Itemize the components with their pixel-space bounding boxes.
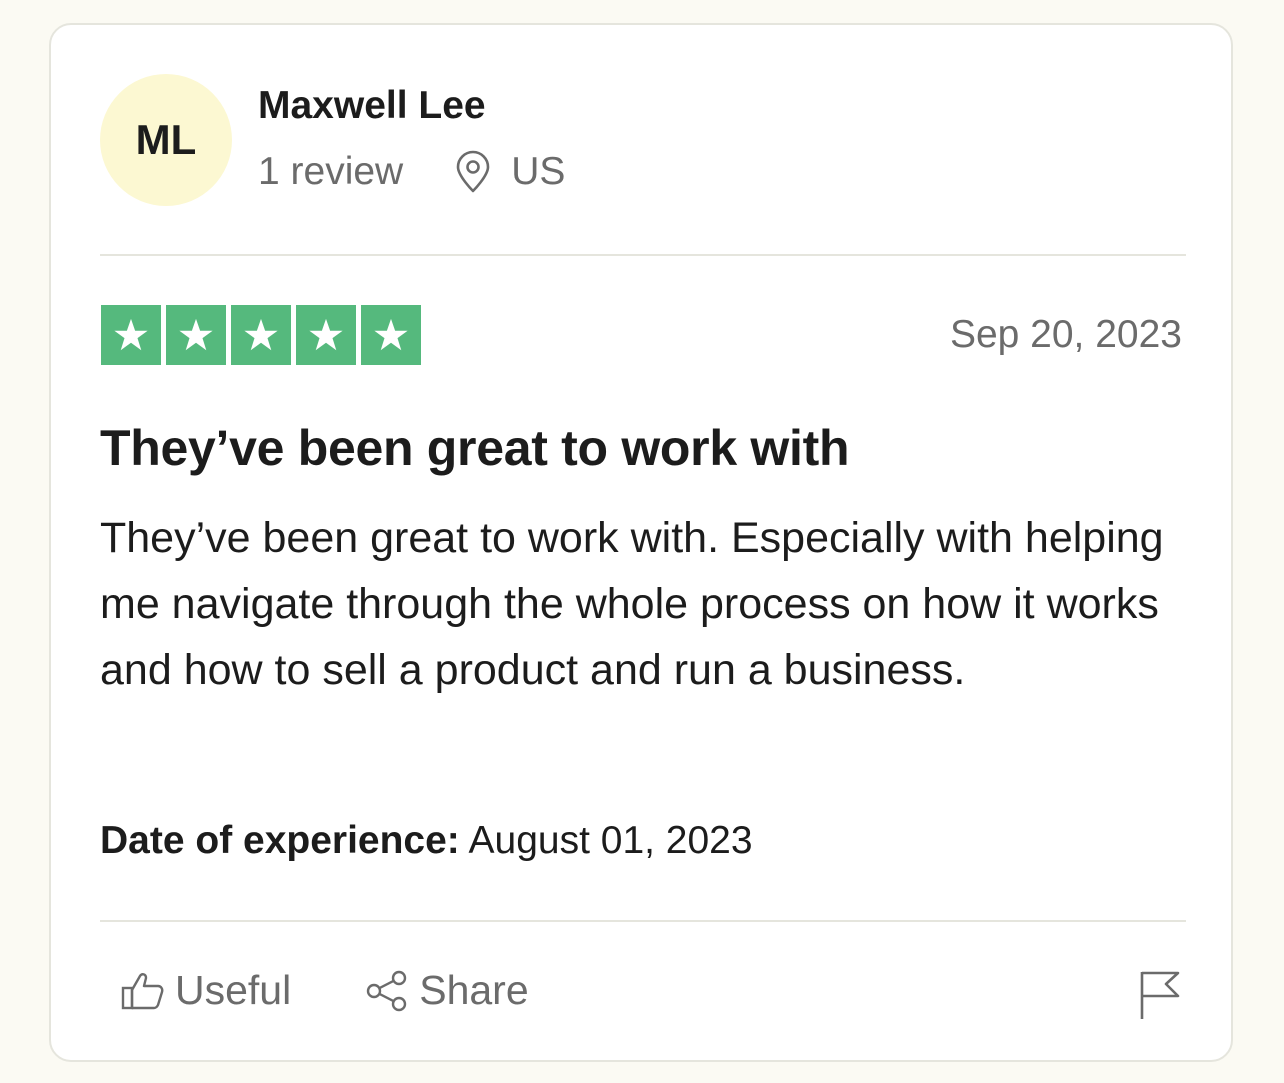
thumbs-up-icon (121, 972, 164, 1009)
reviewer-header: ML Maxwell Lee 1 review US (100, 74, 1186, 208)
divider (100, 920, 1186, 922)
star-1 (101, 305, 161, 365)
review-date: Sep 20, 2023 (949, 313, 1182, 356)
star-icon (244, 318, 278, 351)
review-count: 1 review (258, 150, 404, 193)
review-title[interactable]: They’ve been great to work with (100, 419, 850, 477)
share-button[interactable]: Share (365, 967, 529, 1014)
star-4 (296, 305, 356, 365)
star-icon (114, 318, 148, 351)
share-icon (367, 970, 407, 1011)
useful-button[interactable]: Useful (121, 967, 291, 1014)
review-actions: Useful Share (121, 967, 603, 1014)
star-icon (179, 318, 213, 351)
location-pin-icon (456, 150, 490, 193)
review-body: They’ve been great to work with. Especia… (100, 514, 1164, 694)
experience-date: August 01, 2023 (468, 819, 753, 862)
date-of-experience: Date of experience: August 01, 2023 (100, 819, 753, 863)
avatar[interactable]: ML (100, 74, 232, 206)
share-label: Share (419, 967, 529, 1013)
useful-label: Useful (175, 967, 292, 1013)
star-icon (309, 318, 343, 351)
divider (100, 254, 1186, 256)
star-rating (101, 305, 421, 365)
review-card: ML Maxwell Lee 1 review US Sep 20, 2023 … (49, 23, 1233, 1062)
reviewer-meta: 1 review US (258, 150, 565, 194)
star-2 (166, 305, 226, 365)
flag-icon[interactable] (1138, 969, 1182, 1021)
reviewer-location: US (511, 150, 566, 193)
star-5 (361, 305, 421, 365)
star-icon (374, 318, 408, 351)
reviewer-name[interactable]: Maxwell Lee (258, 84, 486, 128)
experience-label: Date of experience: (100, 819, 460, 862)
star-3 (231, 305, 291, 365)
